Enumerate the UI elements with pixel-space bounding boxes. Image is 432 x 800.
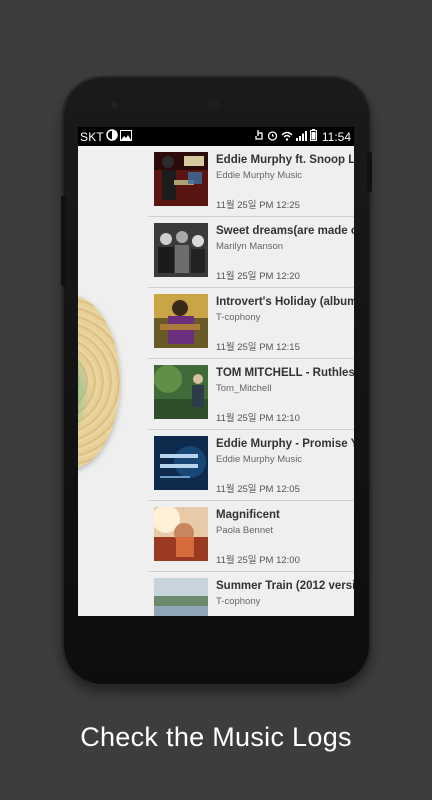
- album-art: [154, 436, 208, 490]
- alarm-icon: [267, 130, 278, 144]
- log-time: 11월 25일 PM 12:15: [216, 342, 300, 353]
- vinyl-record-graphic: [78, 295, 120, 469]
- signal-icon: [295, 130, 307, 144]
- song-title: Magnificent: [216, 509, 280, 521]
- clock: 11:54: [321, 129, 351, 144]
- album-art: [154, 294, 208, 348]
- front-sensor: [111, 102, 118, 109]
- list-item[interactable]: Introvert's Holiday (album T-cophony 11월…: [148, 288, 354, 359]
- battery-icon: [309, 129, 317, 144]
- list-item[interactable]: Magnificent Paola Bennet 11월 25일 PM 12:0…: [148, 501, 354, 572]
- song-title: TOM MITCHELL - Ruthless: [216, 367, 354, 379]
- music-log-list[interactable]: Eddie Murphy ft. Snoop Lio Eddie Murphy …: [148, 146, 354, 616]
- song-title: Sweet dreams(are made of: [216, 225, 354, 237]
- album-art: [154, 152, 208, 206]
- log-time: 11월 25일 PM 12:00: [216, 555, 300, 566]
- front-camera: [208, 99, 220, 111]
- log-time: 11월 25일 PM 12:05: [216, 484, 300, 495]
- list-item[interactable]: Sweet dreams(are made of Marilyn Manson …: [148, 217, 354, 288]
- list-item[interactable]: TOM MITCHELL - Ruthless Tom_Mitchell 11월…: [148, 359, 354, 430]
- touch-icon: [255, 129, 264, 144]
- song-title: Eddie Murphy ft. Snoop Lio: [216, 154, 354, 166]
- volume-button: [61, 196, 66, 286]
- song-title: Summer Train (2012 versi: [216, 580, 354, 592]
- log-time: 11월 25일 PM 12:20: [216, 271, 300, 282]
- status-icons: 11:54: [255, 129, 351, 144]
- album-art: [154, 223, 208, 277]
- list-item[interactable]: Summer Train (2012 versi T-cophony: [148, 572, 354, 616]
- sync-icon: [106, 129, 118, 144]
- wifi-icon: [281, 130, 293, 144]
- carrier-label: SKT: [80, 129, 104, 144]
- list-item[interactable]: Eddie Murphy ft. Snoop Lio Eddie Murphy …: [148, 146, 354, 217]
- song-artist: Paola Bennet: [216, 525, 274, 536]
- screen: SKT 11:54 Eddie Murphy ft. Snoop Lio Edd…: [78, 127, 354, 616]
- album-art: [154, 507, 208, 561]
- song-artist: T-cophony: [216, 312, 261, 323]
- song-title: Eddie Murphy - Promise Yo: [216, 438, 354, 450]
- promo-caption: Check the Music Logs: [80, 722, 352, 752]
- image-icon: [119, 129, 132, 144]
- album-art: [154, 578, 208, 616]
- album-art: [154, 365, 208, 419]
- song-artist: T-cophony: [216, 596, 261, 607]
- song-artist: Marilyn Manson: [216, 241, 284, 252]
- song-artist: Eddie Murphy Music: [216, 454, 303, 465]
- log-time: 11월 25일 PM 12:25: [216, 200, 300, 211]
- song-artist: Eddie Murphy Music: [216, 170, 303, 181]
- status-bar: SKT 11:54: [78, 127, 354, 146]
- log-time: 11월 25일 PM 12:10: [216, 413, 300, 424]
- power-button: [367, 152, 372, 192]
- list-item[interactable]: Eddie Murphy - Promise Yo Eddie Murphy M…: [148, 430, 354, 501]
- song-artist: Tom_Mitchell: [216, 383, 272, 394]
- song-title: Introvert's Holiday (album: [216, 296, 354, 308]
